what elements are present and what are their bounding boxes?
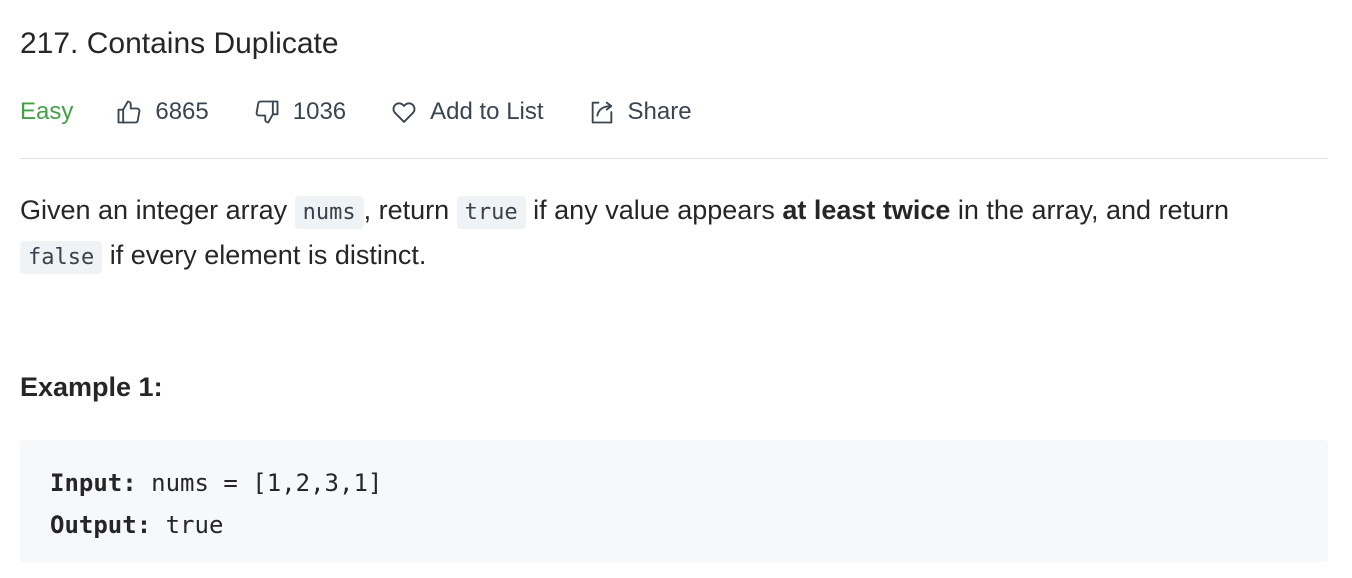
dislike-count: 1036 — [292, 98, 347, 125]
share-button[interactable]: Share — [588, 98, 692, 126]
thumbs-down-icon — [253, 98, 281, 126]
heart-icon — [390, 98, 418, 126]
like-button[interactable]: 6865 — [115, 98, 209, 126]
dislike-button[interactable]: 1036 — [253, 98, 346, 126]
example-output-line: Output: true — [50, 504, 1298, 546]
example-input-value: nums = [1,2,3,1] — [136, 469, 383, 497]
description-emphasis: at least twice — [782, 195, 951, 225]
difficulty-badge: Easy — [20, 98, 74, 125]
example-output-label: Output: — [50, 511, 152, 539]
description-text: if every element is distinct. — [102, 240, 427, 270]
add-to-list-button[interactable]: Add to List — [390, 98, 544, 126]
add-to-list-label: Add to List — [430, 98, 544, 125]
example-output-value: true — [151, 511, 224, 539]
share-icon — [588, 98, 616, 126]
description-text: Given an integer array — [20, 195, 295, 225]
problem-title: 217. Contains Duplicate — [20, 27, 339, 60]
inline-code-nums: nums — [294, 196, 364, 229]
share-label: Share — [627, 98, 692, 125]
problem-description: Given an integer array nums, return true… — [20, 189, 1340, 279]
description-text: in the array, and return — [950, 195, 1230, 225]
inline-code-true: true — [456, 196, 526, 229]
description-text: if any value appears — [525, 195, 783, 225]
example-code-block: Input: nums = [1,2,3,1] Output: true — [20, 440, 1328, 562]
example-title: Example 1: — [20, 372, 163, 402]
example-input-label: Input: — [50, 469, 137, 497]
like-count: 6865 — [155, 98, 209, 125]
thumbs-up-icon — [115, 98, 143, 126]
example-input-line: Input: nums = [1,2,3,1] — [50, 462, 1298, 504]
inline-code-false: false — [20, 241, 103, 274]
header-divider — [20, 158, 1328, 159]
description-text: , return — [363, 195, 457, 225]
problem-meta-bar: Easy 6865 1036 Add to List Share — [20, 94, 736, 130]
